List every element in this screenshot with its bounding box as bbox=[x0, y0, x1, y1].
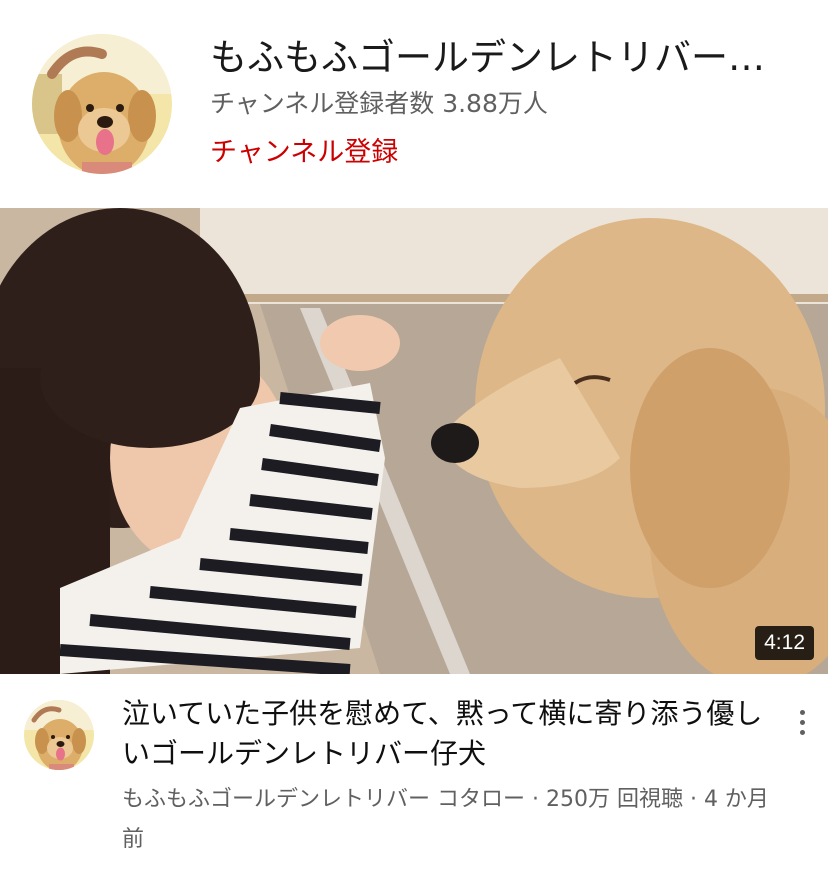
channel-avatar[interactable] bbox=[32, 34, 172, 174]
video-channel-avatar[interactable] bbox=[24, 700, 94, 770]
subscribe-button[interactable]: チャンネル登録 bbox=[210, 136, 398, 170]
channel-header: もふもふゴールデンレトリバー… チャンネル登録者数 3.88万人 チャンネル登録 bbox=[0, 0, 828, 208]
video-info: もふもふゴールデンレトリバー コタロー · 250万 回視聴 · 4 か月前 bbox=[122, 787, 769, 852]
puppy-avatar-icon bbox=[32, 34, 172, 174]
video-title[interactable]: 泣いていた子供を慰めて、黙って横に寄り添う優しいゴールデンレトリバー仔犬 bbox=[122, 694, 772, 774]
more-dot bbox=[799, 709, 805, 715]
more-dot bbox=[799, 729, 805, 735]
puppy-avatar-icon bbox=[24, 700, 94, 770]
video-thumbnail[interactable]: 4:12 bbox=[0, 208, 828, 674]
more-dot bbox=[799, 719, 805, 725]
thumbnail-image bbox=[0, 208, 828, 674]
subscriber-count: チャンネル登録者数 3.88万人 bbox=[210, 89, 548, 118]
channel-name[interactable]: もふもふゴールデンレトリバー… bbox=[210, 34, 810, 82]
duration-badge: 4:12 bbox=[755, 626, 814, 660]
more-vert-icon[interactable] bbox=[788, 702, 816, 742]
video-meta: 泣いていた子供を慰めて、黙って横に寄り添う優しいゴールデンレトリバー仔犬 もふも… bbox=[0, 674, 828, 882]
